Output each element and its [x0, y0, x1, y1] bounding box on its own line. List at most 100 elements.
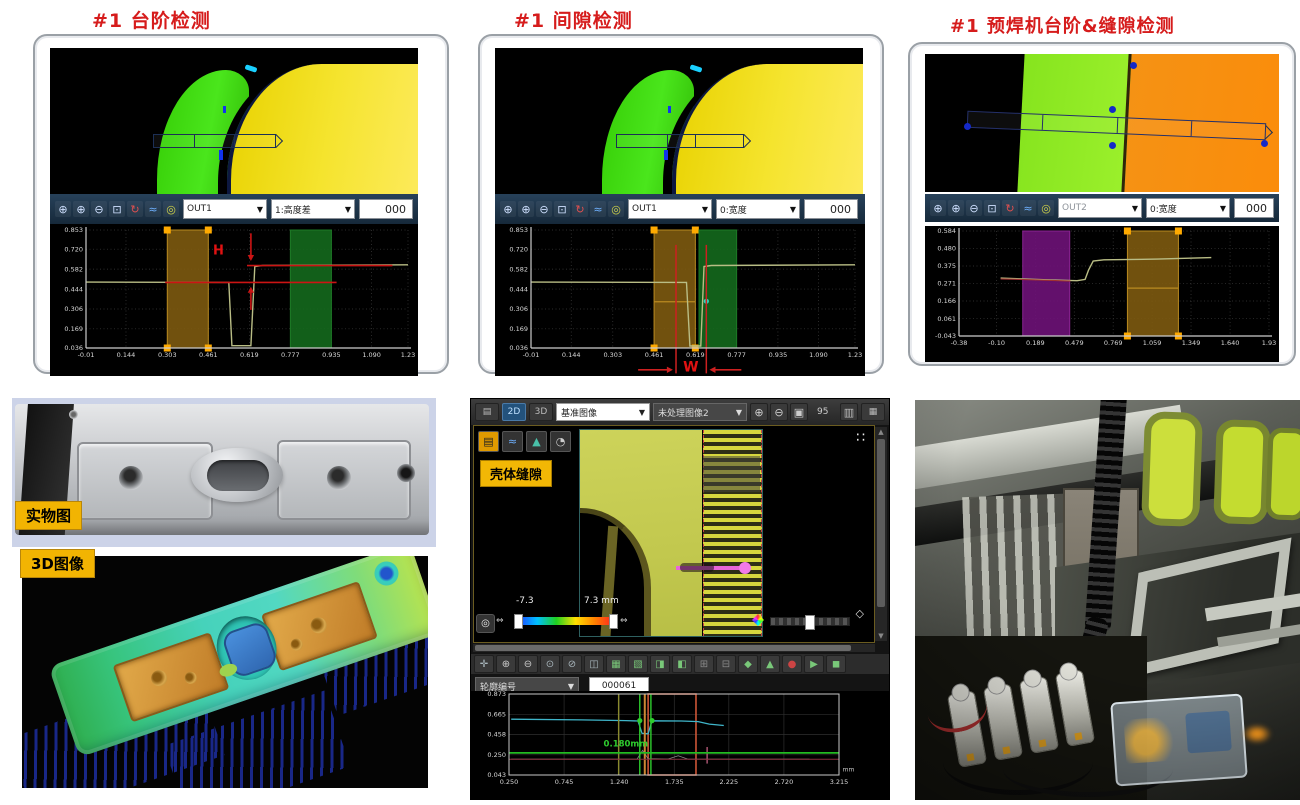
toolbar-icon-group: ⊕⊕⊖⊡↻≈◎ [930, 200, 1054, 216]
profile-toolbar: ⊕⊕⊖⊡↻≈◎ OUT1▼ 1:高度差▼ 000 [50, 194, 418, 224]
output-target-icon[interactable]: ◎ [1038, 200, 1054, 216]
source-image-select[interactable]: 基准图像▼ [556, 403, 650, 421]
svg-text:1.090: 1.090 [809, 351, 828, 359]
threshold-slider[interactable] [770, 617, 850, 626]
height-map-view[interactable] [925, 54, 1279, 192]
pan-icon[interactable]: ◫ [584, 655, 604, 673]
svg-text:0.169: 0.169 [509, 325, 528, 333]
zoom-b-icon[interactable]: ⊕ [73, 201, 89, 217]
stretch-icon[interactable]: ⇔ [620, 616, 628, 626]
output-target-icon[interactable]: ◎ [608, 201, 624, 217]
scan-canvas[interactable]: ▤≈▲◔ 壳体缝隙 ∷ ◇ -7.3 7.3 mm ◎ ⇔ [473, 425, 875, 643]
gap-profile-chart: -0.010.1440.3030.4610.6190.7770.9351.090… [495, 224, 865, 376]
value-field[interactable]: 000 [1234, 198, 1274, 218]
height-map-view[interactable] [495, 48, 863, 194]
scroll-down-icon[interactable]: ▼ [875, 632, 887, 640]
roi-add-icon[interactable]: ◧ [672, 655, 692, 673]
zoom-sel-icon[interactable]: ⊙ [540, 655, 560, 673]
zoom-a-icon[interactable]: ⊕ [55, 201, 71, 217]
record-icon[interactable]: ● [782, 655, 802, 673]
zoom-b-icon[interactable]: ⊕ [518, 201, 534, 217]
roi-handle-dot[interactable] [964, 123, 971, 130]
move-icon[interactable]: ✛ [474, 655, 494, 673]
arrow-end-handle[interactable] [739, 562, 751, 574]
fit-icon[interactable]: ▣ [790, 403, 808, 421]
profile-toolbar: ⊕⊕⊖⊡↻≈◎ OUT2▼ 0:宽度▼ 000 [925, 194, 1279, 222]
profile-curve-icon[interactable]: ≈ [1020, 200, 1036, 216]
roi-handle-dot[interactable] [1261, 140, 1268, 147]
scroll-up-icon[interactable]: ▲ [875, 428, 887, 436]
tab-list-icon[interactable]: ▤ [475, 403, 499, 421]
processed-image-select[interactable]: 未处理图像2▼ [653, 403, 747, 421]
profile-curve-icon[interactable]: ≈ [145, 201, 161, 217]
reset-icon[interactable]: ↻ [1002, 200, 1018, 216]
value-field[interactable]: 000 [804, 199, 858, 219]
physical-photo-label: 实物图 [15, 501, 82, 530]
zoom-b-icon[interactable]: ⊕ [948, 200, 964, 216]
mask-icon[interactable]: ⊞ [694, 655, 714, 673]
measurement-arrow[interactable] [676, 566, 742, 570]
zoom-in2-icon[interactable]: ⊕ [496, 655, 516, 673]
measure-item-select[interactable]: 0:宽度▼ [1146, 198, 1230, 218]
tab-2d[interactable]: 2D [502, 403, 526, 421]
surface-icon[interactable]: ▲ [526, 431, 547, 452]
svg-text:0.303: 0.303 [158, 351, 177, 359]
measurement-roi[interactable] [616, 134, 743, 148]
slider-handle[interactable] [805, 615, 815, 630]
zoom-in2-icon[interactable]: ⊕ [750, 403, 768, 421]
svg-text:1.640: 1.640 [1221, 339, 1240, 347]
svg-text:0.873: 0.873 [487, 691, 506, 698]
reset-icon[interactable]: ↻ [127, 201, 143, 217]
vertical-scrollbar[interactable]: ▲ ▼ [875, 427, 887, 641]
zoom-out2-icon[interactable]: ⊖ [770, 403, 788, 421]
ruler-icon[interactable]: ▦ [606, 655, 626, 673]
export-icon[interactable]: ▶ [804, 655, 824, 673]
tab-3d[interactable]: 3D [529, 403, 553, 421]
output-select[interactable]: OUT2▼ [1058, 198, 1142, 218]
colormap-icon[interactable]: ▤ [478, 431, 499, 452]
svg-text:0.665: 0.665 [487, 710, 506, 718]
grid-icon[interactable]: ▧ [628, 655, 648, 673]
scroll-thumb[interactable] [877, 439, 885, 607]
wave-icon[interactable]: ≈ [502, 431, 523, 452]
overlay-icon[interactable]: ◆ [738, 655, 758, 673]
measure-item-select[interactable]: 1:高度差▼ [271, 199, 355, 219]
height-map-view[interactable] [50, 48, 418, 194]
output-target-icon[interactable]: ◎ [163, 201, 179, 217]
scale-handle-min[interactable] [514, 614, 523, 629]
report-icon[interactable]: ◼ [826, 655, 846, 673]
measure-item-select[interactable]: 0:宽度▼ [716, 199, 800, 219]
zoom-out-icon[interactable]: ⊖ [91, 201, 107, 217]
svg-text:1.349: 1.349 [1182, 339, 1201, 347]
profile-curve-icon[interactable]: ≈ [590, 201, 606, 217]
scroll-thumb[interactable] [475, 645, 851, 651]
zoom-out-icon[interactable]: ⊖ [536, 201, 552, 217]
window-menu-icon[interactable]: ▦ [861, 403, 885, 421]
measurement-roi[interactable] [153, 134, 276, 148]
zoom-a-icon[interactable]: ⊕ [500, 201, 516, 217]
fullscreen-icon[interactable]: ∷ [856, 430, 866, 446]
compare-icon[interactable]: ⊟ [716, 655, 736, 673]
value-field[interactable]: 000 [359, 199, 413, 219]
scale-handle-max[interactable] [609, 614, 618, 629]
horizontal-scrollbar[interactable] [473, 644, 875, 652]
roi-green-icon[interactable]: ◨ [650, 655, 670, 673]
zoom-out-icon[interactable]: ⊖ [966, 200, 982, 216]
output-select[interactable]: OUT1▼ [628, 199, 712, 219]
diamond-marker-icon[interactable]: ◇ [856, 607, 864, 620]
chevron-down-icon: ▼ [639, 408, 645, 417]
output-select[interactable]: OUT1▼ [183, 199, 267, 219]
user-icon[interactable]: ▥ [840, 403, 858, 421]
color-scale-bar[interactable] [518, 617, 614, 625]
angle-icon[interactable]: ◔ [550, 431, 571, 452]
zoom-back-icon[interactable]: ⊘ [562, 655, 582, 673]
colormap-target-icon[interactable]: ◎ [476, 614, 495, 633]
zoom-out2-icon[interactable]: ⊖ [518, 655, 538, 673]
stretch-icon[interactable]: ⇔ [496, 616, 504, 626]
reset-icon[interactable]: ↻ [572, 201, 588, 217]
zoom-fit-icon[interactable]: ⊡ [109, 201, 125, 217]
link-icon[interactable]: ▲ [760, 655, 780, 673]
zoom-fit-icon[interactable]: ⊡ [554, 201, 570, 217]
zoom-a-icon[interactable]: ⊕ [930, 200, 946, 216]
zoom-fit-icon[interactable]: ⊡ [984, 200, 1000, 216]
